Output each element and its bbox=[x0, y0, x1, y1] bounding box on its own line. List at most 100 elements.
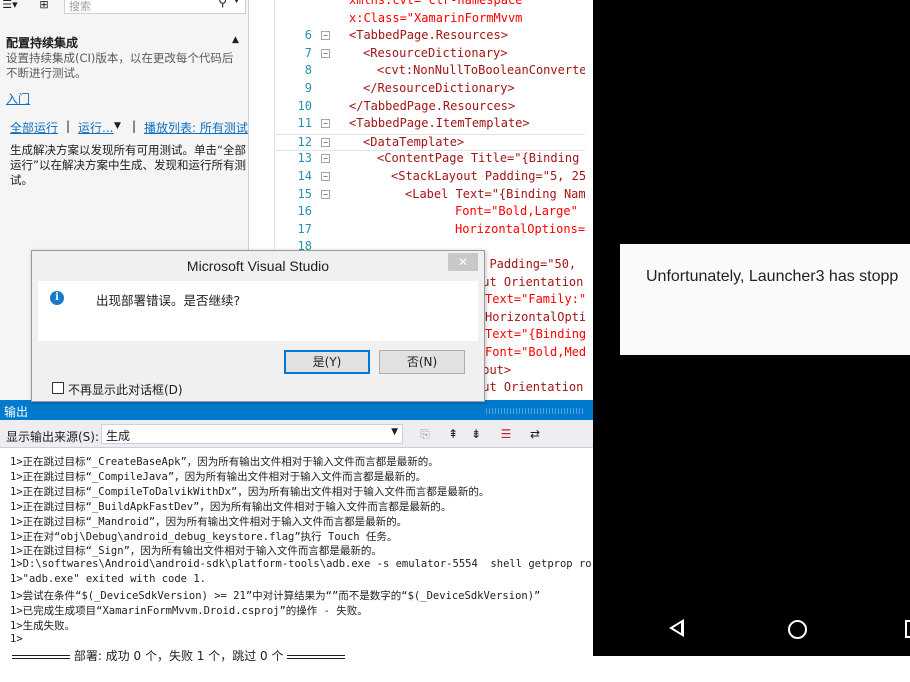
dialog-body: i 出现部署错误。是否继续? bbox=[38, 281, 478, 341]
go-to-previous-icon[interactable]: ⇞ bbox=[444, 425, 462, 443]
code-text: Font="Bold,Large" bbox=[455, 204, 578, 219]
word-wrap-icon[interactable]: ⇄ bbox=[526, 425, 544, 443]
code-line[interactable]: 10 </TabbedPage.Resources> bbox=[275, 99, 585, 117]
find-message-icon[interactable]: ⎘ bbox=[416, 425, 434, 443]
code-line[interactable]: xmlns:cvt="clr-namespace bbox=[275, 0, 585, 11]
android-recents-icon[interactable] bbox=[905, 620, 910, 638]
output-line: 1> bbox=[10, 632, 23, 645]
code-line[interactable]: 17 HorizontalOptions= bbox=[275, 222, 585, 240]
hierarchy-icon[interactable]: ⊞ bbox=[34, 0, 54, 14]
code-text: <DataTemplate> bbox=[363, 134, 465, 149]
line-number: 8 bbox=[304, 63, 312, 78]
summary-rule-right bbox=[287, 654, 346, 659]
code-line[interactable]: 15− <Label Text="{Binding Name bbox=[275, 187, 585, 205]
test-search-input[interactable]: 搜索 ⚲ ▼ bbox=[64, 0, 246, 14]
output-toolbar: 显示输出来源(S): 生成 ▼ ⎘ ⇞ ⇟ ☰ ⇄ bbox=[0, 420, 593, 448]
code-text: t Padding="50, bbox=[475, 257, 577, 271]
code-text: Text="Family:" bbox=[485, 292, 585, 307]
line-number: 16 bbox=[297, 204, 312, 219]
output-line: 1>正在跳过目标“_BuildApkFastDev”，因为所有输出文件相对于输入… bbox=[10, 500, 452, 513]
dont-show-again-label[interactable]: 不再显示此对话框(D) bbox=[68, 381, 183, 398]
line-number: 10 bbox=[297, 98, 312, 113]
fold-toggle-icon[interactable]: − bbox=[321, 48, 330, 58]
line-number: 14 bbox=[297, 169, 312, 183]
code-line[interactable]: 12− <DataTemplate> bbox=[275, 133, 585, 152]
run-link[interactable]: 运行... bbox=[78, 119, 113, 136]
ci-section-title: 配置持续集成 bbox=[6, 36, 79, 50]
deploy-summary-text: 部署: 成功 0 个，失败 1 个，跳过 0 个 bbox=[73, 649, 284, 663]
code-text: <ResourceDictionary> bbox=[363, 45, 508, 60]
dont-show-again-checkbox[interactable] bbox=[52, 382, 64, 394]
fold-toggle-icon[interactable]: − bbox=[321, 154, 330, 164]
separator: | bbox=[66, 119, 71, 133]
code-line[interactable]: 16 Font="Bold,Large" bbox=[275, 204, 585, 222]
output-source-value: 生成 bbox=[106, 429, 131, 443]
build-hint-text: 生成解决方案以发现所有可用测试。单击“全部运行”以在解决方案中生成、发现和运行所… bbox=[10, 143, 246, 187]
test-search-placeholder: 搜索 bbox=[69, 0, 91, 13]
android-back-icon-inner bbox=[673, 623, 681, 633]
output-source-label: 显示输出来源(S): bbox=[6, 430, 100, 444]
line-number: 13 bbox=[297, 151, 312, 166]
code-line[interactable]: 7− <ResourceDictionary> bbox=[275, 46, 585, 64]
code-text: x:Class="XamarinFormMvvm bbox=[349, 10, 523, 25]
code-text: HorizontalOptions= bbox=[455, 221, 585, 236]
output-line: 1>正在跳过目标“_CreateBaseApk”，因为所有输出文件相对于输入文件… bbox=[10, 456, 439, 468]
yes-button[interactable]: 是(Y) bbox=[284, 350, 370, 374]
line-number: 15 bbox=[297, 186, 312, 201]
line-number: 17 bbox=[297, 221, 312, 236]
chevron-down-icon[interactable]: ▼ bbox=[233, 0, 240, 5]
output-line: 1>正在跳过目标“_Sign”，因为所有输出文件相对于输入文件而言都是最新的。 bbox=[10, 545, 382, 558]
line-number: 9 bbox=[304, 81, 312, 95]
separator: | bbox=[132, 119, 137, 133]
fold-toggle-icon[interactable]: − bbox=[321, 172, 330, 181]
clear-all-icon[interactable]: ☰ bbox=[497, 425, 515, 443]
run-all-link[interactable]: 全部运行 bbox=[10, 119, 58, 136]
code-text: Text="{Binding bbox=[485, 327, 585, 342]
dialog-message: 出现部署错误。是否继续? bbox=[96, 293, 241, 308]
drag-grip[interactable] bbox=[486, 408, 584, 414]
no-button[interactable]: 否(N) bbox=[379, 350, 465, 374]
code-text: out Orientation bbox=[475, 380, 584, 395]
output-line: 1>已完成生成项目“XamarinFormMvvm.Droid.csproj”的… bbox=[10, 605, 368, 617]
code-line[interactable]: 13− <ContentPage Title="{Binding bbox=[275, 151, 585, 169]
go-to-next-icon[interactable]: ⇟ bbox=[467, 425, 485, 443]
fold-toggle-icon[interactable]: − bbox=[321, 119, 330, 129]
chevron-down-icon[interactable]: ▼ bbox=[391, 427, 398, 437]
code-text: Font="Bold,Med bbox=[485, 345, 585, 359]
line-number: 11 bbox=[297, 116, 312, 131]
output-window-tab[interactable]: 输出 bbox=[0, 400, 593, 420]
output-source-select[interactable]: 生成 ▼ bbox=[101, 424, 403, 444]
code-text: </ResourceDictionary> bbox=[363, 81, 515, 95]
code-line[interactable]: 9 </ResourceDictionary> bbox=[275, 81, 585, 99]
code-text: <Label Text="{Binding Name bbox=[405, 186, 585, 201]
playlist-link[interactable]: 播放列表: 所有测试 bbox=[144, 119, 248, 136]
code-text: <TabbedPage.Resources> bbox=[349, 28, 508, 43]
code-text: out Orientation bbox=[475, 274, 584, 289]
code-line[interactable]: 6− <TabbedPage.Resources> bbox=[275, 28, 585, 46]
fold-toggle-icon[interactable]: − bbox=[321, 189, 330, 199]
get-started-link[interactable]: 入门 bbox=[6, 90, 30, 107]
summary-rule-left bbox=[12, 654, 70, 659]
output-line: 1>正在跳过目标“_CompileJava”，因为所有输出文件相对于输入文件而言… bbox=[10, 470, 427, 483]
code-line[interactable]: 8 <cvt:NonNullToBooleanConverte bbox=[275, 63, 585, 81]
android-crash-dialog: Unfortunately, Launcher3 has stopp bbox=[620, 244, 910, 355]
code-line[interactable]: 11− <TabbedPage.ItemTemplate> bbox=[275, 116, 585, 134]
search-icon[interactable]: ⚲ bbox=[218, 0, 227, 9]
fold-toggle-icon[interactable]: − bbox=[321, 31, 330, 41]
code-line[interactable]: 14− <StackLayout Padding="5, 25 bbox=[275, 169, 585, 187]
collapse-icon[interactable]: ▲ bbox=[232, 35, 239, 45]
android-home-icon[interactable] bbox=[788, 620, 807, 639]
fold-toggle-icon[interactable]: − bbox=[321, 137, 330, 147]
run-dropdown-icon[interactable]: ▼ bbox=[114, 121, 121, 131]
group-by-icon[interactable]: ☰▾ bbox=[0, 0, 20, 14]
output-line: 1>生成失败。 bbox=[10, 619, 76, 632]
output-line: 1>尝试在条件“$(_DeviceSdkVersion) >= 21”中对计算结… bbox=[10, 590, 541, 603]
code-text: <TabbedPage.ItemTemplate> bbox=[349, 116, 530, 131]
output-line: 1>"adb.exe" exited with code 1. bbox=[10, 573, 206, 586]
code-line[interactable]: x:Class="XamarinFormMvvm bbox=[275, 11, 585, 29]
close-icon[interactable]: ✕ bbox=[448, 253, 478, 271]
code-text: HorizontalOptic bbox=[485, 309, 585, 324]
line-number: 7 bbox=[304, 45, 312, 60]
crash-dialog-message: Unfortunately, Launcher3 has stopp bbox=[646, 268, 899, 285]
output-line: 1>正在跳过目标“_CompileToDalvikWithDx”，因为所有输出文… bbox=[10, 485, 490, 498]
